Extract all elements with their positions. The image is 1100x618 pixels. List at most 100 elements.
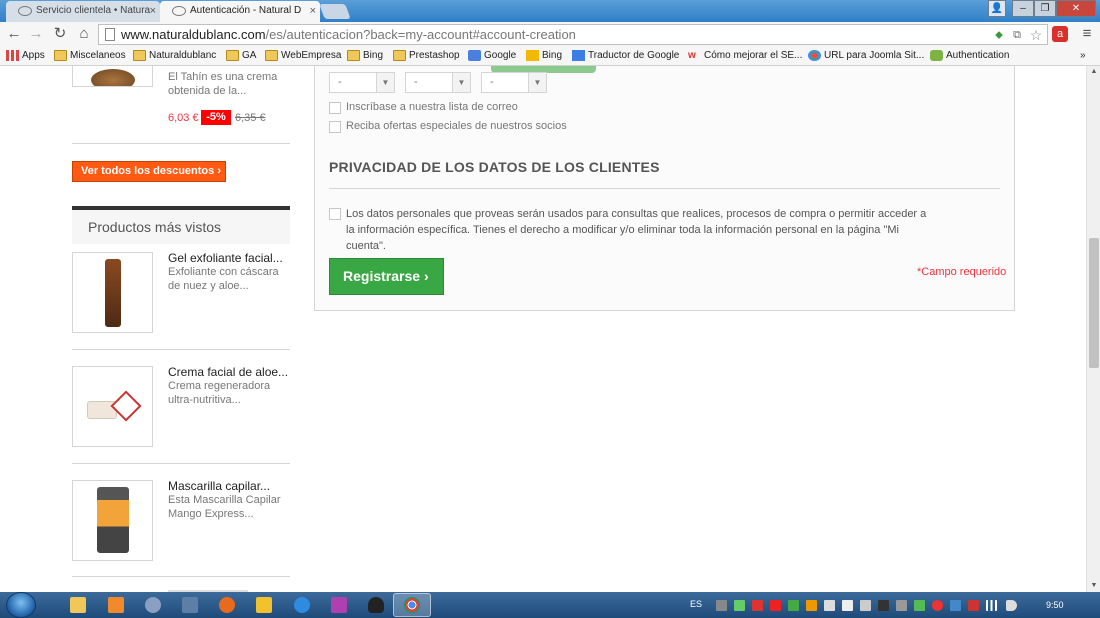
bookmark-google[interactable]: Google <box>468 49 516 63</box>
discount-badge: -5% <box>201 110 231 125</box>
extension-shield-icon[interactable]: ⬥ <box>992 28 1006 42</box>
product-title-link[interactable]: Crema facial de aloe... <box>168 365 288 379</box>
tray-app-icon[interactable] <box>932 600 943 611</box>
divider <box>329 188 1000 189</box>
product-thumbnail-crema-aloe[interactable] <box>72 366 153 447</box>
new-tab-button[interactable] <box>319 4 351 19</box>
scrollbar-thumb[interactable] <box>1089 238 1099 368</box>
browser-titlebar: Servicio clientela • Natura × Autenticac… <box>0 0 1100 22</box>
browser-tab-autenticacion[interactable]: Autenticación - Natural D × <box>160 1 320 22</box>
bookmark-prestashop[interactable]: Prestashop <box>393 49 460 63</box>
bookmark-joomla[interactable]: URL para Joomla Sit... <box>808 49 924 63</box>
avira-extension-icon[interactable]: a <box>1052 26 1068 42</box>
old-price: 6,35 € <box>235 112 266 124</box>
tray-app-icon[interactable] <box>878 600 889 611</box>
translate-icon <box>572 50 585 61</box>
tray-app-icon[interactable] <box>950 600 961 611</box>
home-icon[interactable]: ⌂ <box>74 24 94 44</box>
tray-app-icon[interactable] <box>788 600 799 611</box>
bookmark-bing[interactable]: Bing <box>526 49 562 63</box>
bookmark-webempresa[interactable]: WebEmpresa <box>265 49 341 63</box>
tray-app-icon[interactable] <box>734 600 745 611</box>
app-purple-icon[interactable] <box>331 597 347 613</box>
forward-arrow-icon[interactable]: → <box>26 24 46 44</box>
reload-icon[interactable]: ↻ <box>50 24 70 44</box>
start-button[interactable] <box>6 592 36 618</box>
site-favicon-icon <box>172 6 186 16</box>
close-tab-icon[interactable]: × <box>150 1 156 21</box>
tab-title: Autenticación - Natural D <box>190 5 302 16</box>
divider <box>72 349 290 350</box>
app-o-icon[interactable] <box>256 597 272 613</box>
tahin-jar-image <box>91 69 135 86</box>
bookmarks-overflow-button[interactable]: » <box>1080 49 1086 63</box>
maximize-window-button[interactable]: ❐ <box>1034 0 1056 17</box>
browser-toolbar: ← → ↻ ⌂ www.naturaldublanc.com/es/autent… <box>0 22 1100 46</box>
firefox-icon[interactable] <box>219 597 235 613</box>
product-thumbnail-tahin[interactable] <box>72 66 153 87</box>
tray-app-icon[interactable] <box>896 600 907 611</box>
mail-icon[interactable] <box>182 597 198 613</box>
folder-icon <box>347 50 360 61</box>
page-scrollbar[interactable]: ▲ ▼ <box>1086 66 1100 592</box>
signal-bars-icon[interactable] <box>986 600 997 611</box>
product-title-link[interactable]: Gel exfoliante facial... <box>168 251 283 265</box>
mascarilla-tube-image <box>97 487 129 553</box>
birth-day-select[interactable]: - ▼ <box>329 72 395 93</box>
product-thumbnail-mascarilla[interactable] <box>72 480 153 561</box>
product-description: El Tahín es una crema obtenida de la... <box>168 71 278 97</box>
minimize-window-button[interactable]: – <box>1012 0 1034 17</box>
volume-icon[interactable] <box>1006 600 1017 611</box>
birth-month-select[interactable]: - ▼ <box>405 72 471 93</box>
avira-tray-icon[interactable] <box>752 600 763 611</box>
tray-app-icon[interactable] <box>716 600 727 611</box>
bookmark-bing-folder[interactable]: Bing <box>347 49 383 63</box>
folder-icon <box>54 50 67 61</box>
tray-app-icon[interactable] <box>914 600 925 611</box>
tux-icon[interactable] <box>368 597 384 613</box>
explorer-folder-icon[interactable] <box>70 597 86 613</box>
product-thumbnail-gel-exfoliante[interactable] <box>72 252 153 333</box>
taskbar-clock[interactable]: 9:50 <box>1046 600 1064 610</box>
bookmark-naturaldublanc[interactable]: Naturaldublanc <box>133 49 216 63</box>
wordpress-icon[interactable] <box>145 597 161 613</box>
newsletter-checkbox[interactable] <box>329 102 341 114</box>
windows-taskbar: ES 9:50 <box>0 592 1100 618</box>
partner-offers-checkbox[interactable] <box>329 121 341 133</box>
tray-app-icon[interactable] <box>770 600 781 611</box>
scroll-down-arrow-icon[interactable]: ▼ <box>1087 580 1100 592</box>
bookmark-apps[interactable]: Apps <box>6 49 45 63</box>
birth-year-select[interactable]: - ▼ <box>481 72 547 93</box>
product-title-link[interactable]: Mascarilla capilar... <box>168 479 270 493</box>
bookmark-traductor[interactable]: Traductor de Google <box>572 49 679 63</box>
language-indicator[interactable]: ES <box>690 599 702 609</box>
scroll-up-arrow-icon[interactable]: ▲ <box>1087 66 1100 78</box>
tray-app-icon[interactable] <box>806 600 817 611</box>
privacy-consent-checkbox[interactable] <box>329 208 341 220</box>
bookmark-star-icon[interactable]: ☆ <box>1029 28 1043 42</box>
menu-hamburger-icon[interactable]: ≡ <box>1078 25 1096 43</box>
bookmark-ga[interactable]: GA <box>226 49 256 63</box>
register-button[interactable]: Registrarse › <box>329 258 444 295</box>
close-window-button[interactable]: ✕ <box>1056 0 1096 17</box>
translate-page-icon[interactable]: ⧉ <box>1010 28 1024 42</box>
bookmark-authentication[interactable]: Authentication <box>930 49 1009 63</box>
internet-explorer-icon[interactable] <box>294 597 310 613</box>
address-bar[interactable]: www.naturaldublanc.com/es/autenticacion?… <box>98 24 1048 45</box>
tray-app-icon[interactable] <box>860 600 871 611</box>
browser-tab-servicio[interactable]: Servicio clientela • Natura × <box>6 1 160 22</box>
tray-app-icon[interactable] <box>824 600 835 611</box>
user-profile-icon[interactable]: 👤 <box>988 0 1006 17</box>
media-player-icon[interactable] <box>108 597 124 613</box>
divider <box>72 576 290 577</box>
back-arrow-icon[interactable]: ← <box>4 24 24 44</box>
page-icon <box>105 28 115 41</box>
url-text[interactable]: www.naturaldublanc.com/es/autenticacion?… <box>121 27 576 42</box>
bookmark-como-mejorar[interactable]: w Cómo mejorar el SE... <box>688 49 802 63</box>
flag-icon[interactable] <box>842 600 853 611</box>
bookmark-miscelaneos[interactable]: Miscelaneos <box>54 49 126 63</box>
close-tab-icon[interactable]: × <box>310 1 316 21</box>
divider <box>72 463 290 464</box>
view-all-discounts-button[interactable]: Ver todos los descuentos › <box>72 161 226 182</box>
tray-app-icon[interactable] <box>968 600 979 611</box>
